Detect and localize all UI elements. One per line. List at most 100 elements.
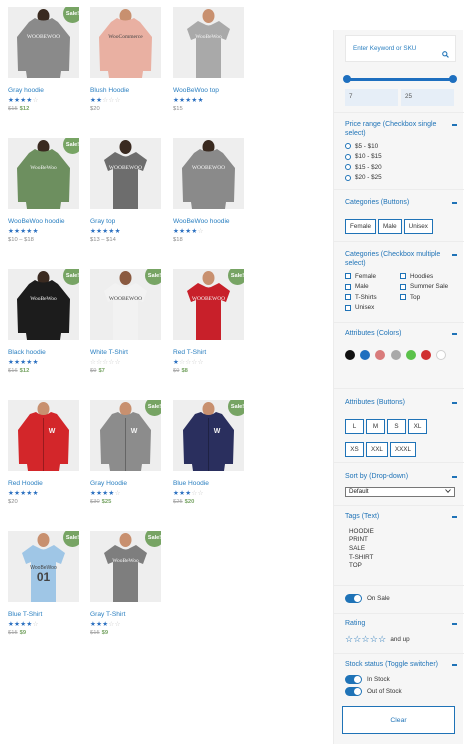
product-image[interactable]: WOOBEWOO (90, 138, 161, 209)
product-name[interactable]: Blush Hoodie (90, 87, 162, 94)
rating-stars[interactable]: ☆☆☆☆☆ (345, 634, 386, 645)
product-name[interactable]: WooBeWoo hoodie (8, 218, 80, 225)
tag-item[interactable]: SALE (345, 545, 457, 554)
size-button[interactable]: XS (345, 441, 364, 457)
radio-button[interactable] (345, 164, 351, 171)
price-option[interactable]: $5 - $10 (345, 141, 457, 152)
radio-button[interactable] (345, 174, 351, 181)
collapse-icon[interactable] (452, 664, 457, 666)
color-swatch[interactable] (420, 349, 431, 360)
slider-min-handle[interactable] (343, 75, 351, 83)
category-checkbox-item[interactable]: Unisex (345, 303, 400, 314)
size-button[interactable]: S (387, 418, 406, 434)
size-button[interactable]: XXL (366, 441, 388, 457)
size-button[interactable]: L (345, 418, 364, 434)
category-checkbox-item[interactable]: Female (345, 271, 400, 282)
product-name[interactable]: White T-Shirt (90, 349, 162, 356)
product-card[interactable]: W Red Hoodie ★★★★★ $20 (8, 400, 80, 505)
price-option[interactable]: $20 - $25 (345, 173, 457, 184)
collapse-icon[interactable] (452, 124, 457, 126)
radio-button[interactable] (345, 153, 351, 160)
product-card[interactable]: WooBeWoo WooBeWoo top ★★★★★ $15 (173, 7, 245, 112)
search-icon[interactable] (442, 45, 449, 63)
category-checkbox-item[interactable]: Summer Sale (400, 282, 448, 293)
product-name[interactable]: Black hoodie (8, 349, 80, 356)
color-swatch[interactable] (405, 349, 416, 360)
product-name[interactable]: Gray top (90, 218, 162, 225)
product-name[interactable]: Gray hoodie (8, 87, 80, 94)
product-image[interactable]: WooBeWoo Sale! (90, 531, 161, 602)
collapse-icon[interactable] (452, 516, 457, 518)
product-card[interactable]: WooBeWoo Sale! WooBeWoo hoodie ★★★★★ $10 – $… (8, 138, 80, 243)
product-image[interactable]: WOOBEWOO Sale! (8, 7, 79, 78)
collapse-icon[interactable] (452, 623, 457, 625)
product-name[interactable]: Gray Hoodie (90, 480, 162, 487)
collapse-icon[interactable] (452, 254, 457, 256)
product-image[interactable]: WOOBEWOO Sale! (90, 269, 161, 340)
category-checkbox-item[interactable]: T-Shirts (345, 292, 400, 303)
product-name[interactable]: Gray T-Shirt (90, 611, 162, 618)
product-name[interactable]: Red Hoodie (8, 480, 80, 487)
checkbox[interactable] (345, 294, 351, 301)
product-card[interactable]: WOOBEWOO Sale! Gray hoodie ★★★★☆ $15 $12 (8, 7, 80, 112)
category-button[interactable]: Female (345, 218, 376, 234)
slider-max-handle[interactable] (449, 75, 457, 83)
product-name[interactable]: WooBeWoo top (173, 87, 245, 94)
product-card[interactable]: WOOBEWOO WooBeWoo hoodie ★★★★☆ $18 (173, 138, 245, 243)
collapse-icon[interactable] (452, 402, 457, 404)
tag-item[interactable]: T-SHIRT (345, 554, 457, 563)
stock-toggle[interactable] (345, 687, 362, 696)
product-name[interactable]: Red T-Shirt (173, 349, 245, 356)
checkbox[interactable] (345, 273, 351, 280)
product-image[interactable]: WooCommerce (90, 7, 161, 78)
product-image[interactable]: WooBeWoo (173, 7, 244, 78)
size-button[interactable]: M (366, 418, 385, 434)
sort-dropdown[interactable]: Default (345, 486, 455, 497)
category-checkbox-item[interactable]: Male (345, 282, 400, 293)
checkbox[interactable] (400, 273, 406, 280)
category-checkbox-item[interactable]: Top (400, 292, 448, 303)
price-slider[interactable] (343, 75, 457, 83)
product-card[interactable]: WooCommerce Blush Hoodie ★★☆☆☆ $20 (90, 7, 162, 112)
search-input[interactable] (346, 36, 441, 61)
collapse-icon[interactable] (452, 202, 457, 204)
product-name[interactable]: Blue Hoodie (173, 480, 245, 487)
collapse-icon[interactable] (452, 476, 457, 478)
category-button[interactable]: Male (378, 218, 402, 234)
checkbox[interactable] (400, 283, 406, 290)
on-sale-toggle[interactable] (345, 593, 362, 603)
product-card[interactable]: WOOBEWOO Sale! Red T-Shirt ★☆☆☆☆ $9 $8 (173, 269, 245, 374)
size-button[interactable]: XL (408, 418, 427, 434)
product-image[interactable]: WooBeWoo 01 Sale! (8, 531, 79, 602)
product-image[interactable]: WooBeWoo Sale! (8, 269, 79, 340)
tag-item[interactable]: PRINT (345, 536, 457, 545)
product-card[interactable]: WOOBEWOO Sale! White T-Shirt ☆☆☆☆☆ $9 $7 (90, 269, 162, 374)
checkbox[interactable] (345, 283, 351, 290)
checkbox[interactable] (345, 304, 351, 311)
tag-item[interactable]: TOP (345, 562, 457, 571)
category-checkbox-item[interactable]: Hoodies (400, 271, 448, 282)
rating-filter[interactable]: ☆☆☆☆☆ and up (345, 634, 457, 645)
product-name[interactable]: Blue T-Shirt (8, 611, 80, 618)
color-swatch[interactable] (360, 349, 371, 360)
product-image[interactable]: WOOBEWOO (173, 138, 244, 209)
color-swatch[interactable] (345, 349, 355, 360)
category-button[interactable]: Unisex (403, 218, 433, 234)
product-card[interactable]: WOOBEWOO Gray top ★★★★★ $13 – $14 (90, 138, 162, 243)
collapse-icon[interactable] (452, 333, 457, 335)
radio-button[interactable] (345, 143, 351, 150)
size-button[interactable]: XXXL (389, 441, 417, 457)
product-name[interactable]: WooBeWoo hoodie (173, 218, 245, 225)
product-card[interactable]: W Sale! Gray Hoodie ★★★★☆ $30 $25 (90, 400, 162, 505)
tag-item[interactable]: HOODIE (345, 528, 457, 537)
product-card[interactable]: W Sale! Blue Hoodie ★★★☆☆ $25 $20 (173, 400, 245, 505)
color-swatch[interactable] (375, 349, 386, 360)
color-swatch[interactable] (436, 349, 447, 360)
product-card[interactable]: WooBeWoo Sale! Black hoodie ★★★★★ $16 $12 (8, 269, 80, 374)
product-image[interactable]: W (8, 400, 79, 471)
product-card[interactable]: WooBeWoo Sale! Gray T-Shirt ★★★☆☆ $15 $9 (90, 531, 162, 636)
product-image[interactable]: W Sale! (90, 400, 161, 471)
max-price-field[interactable]: 25 (401, 89, 454, 106)
min-price-field[interactable]: 7 (345, 89, 398, 106)
price-option[interactable]: $10 - $15 (345, 152, 457, 163)
